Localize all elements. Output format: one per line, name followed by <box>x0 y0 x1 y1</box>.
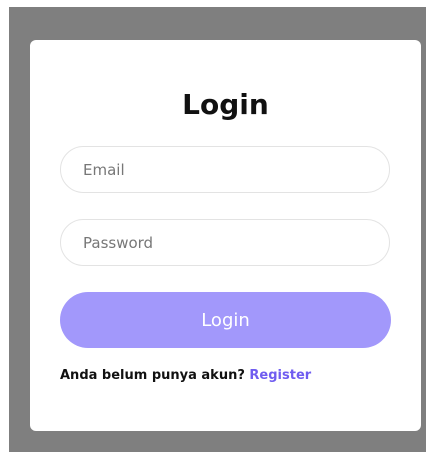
login-title: Login <box>182 88 269 121</box>
register-prompt-row: Anda belum punya akun? Register <box>60 368 311 383</box>
register-link[interactable]: Register <box>249 368 311 383</box>
register-prompt-text: Anda belum punya akun? <box>60 368 245 383</box>
login-button[interactable]: Login <box>60 292 391 348</box>
login-card: Login Login Anda belum punya akun? Regis… <box>30 40 421 431</box>
email-input[interactable] <box>60 146 390 193</box>
password-input[interactable] <box>60 219 390 266</box>
